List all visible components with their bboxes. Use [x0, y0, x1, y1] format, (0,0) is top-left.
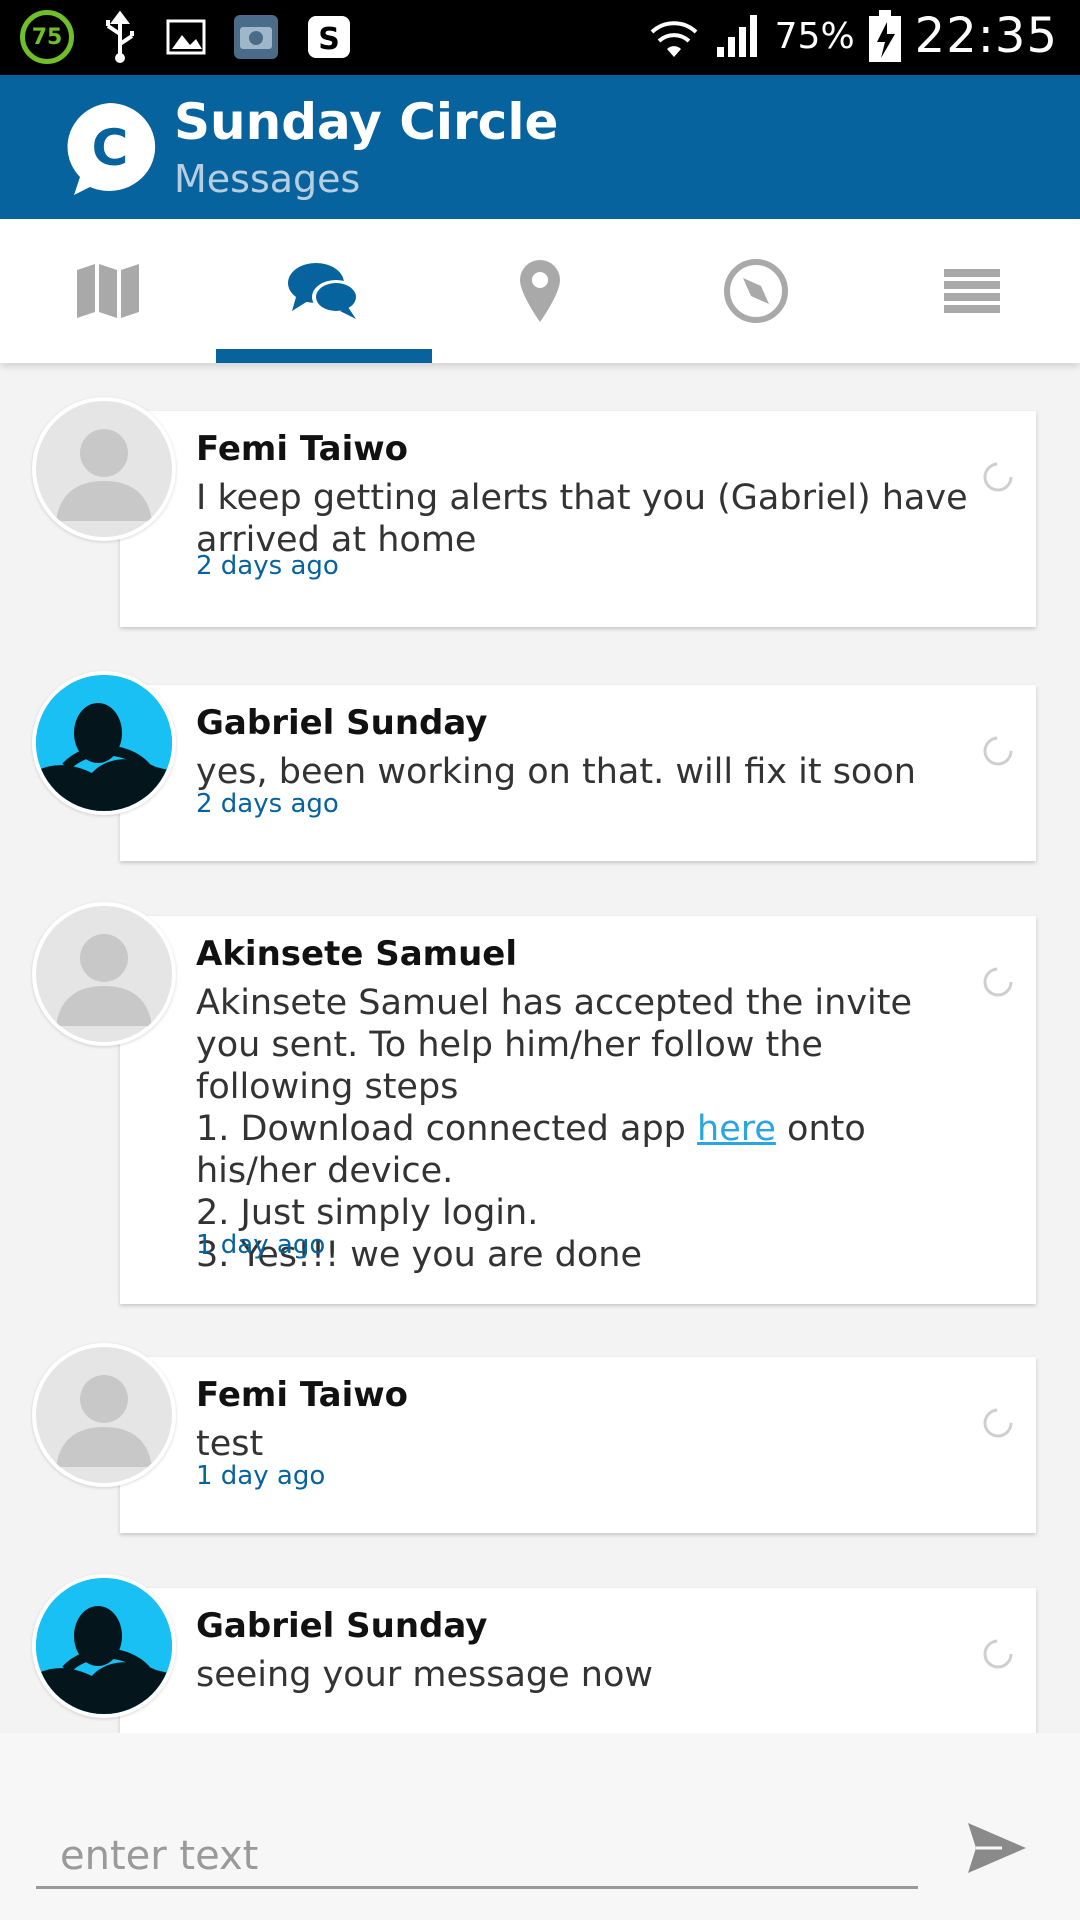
loading-spinner-icon [983, 1639, 1013, 1669]
avatar[interactable] [32, 1574, 176, 1718]
loading-spinner-icon [983, 736, 1013, 766]
usb-icon [106, 10, 134, 63]
person-placeholder-icon [56, 934, 152, 1026]
avatar[interactable] [32, 671, 176, 815]
message-card[interactable]: Akinsete Samuel Akinsete Samuel has acce… [120, 916, 1036, 1304]
tab-compass[interactable] [648, 219, 864, 363]
sender-name: Gabriel Sunday [196, 703, 488, 743]
map-icon [77, 264, 139, 318]
message-input[interactable] [36, 1825, 918, 1889]
svg-text:S: S [318, 22, 340, 57]
wifi-icon [650, 21, 698, 57]
sender-name: Akinsete Samuel [196, 934, 518, 974]
clock: 22:35 [914, 8, 1058, 64]
screen-title: Messages [174, 157, 361, 201]
logo-letter: C [92, 119, 129, 177]
person-placeholder-icon [56, 429, 152, 521]
avatar[interactable] [32, 902, 176, 1046]
signal-icon [716, 15, 757, 57]
app-title: Sunday Circle [174, 93, 559, 151]
message-card[interactable]: Femi Taiwo I keep getting alerts that yo… [120, 411, 1036, 627]
battery-charging-icon [868, 10, 901, 62]
message-card[interactable]: Gabriel Sunday seeing your message now [120, 1588, 1036, 1733]
message-body: I keep getting alerts that you (Gabriel)… [196, 478, 968, 560]
message-body: yes, been working on that. will fix it s… [196, 752, 916, 792]
message-time: 1 day ago [196, 1230, 326, 1260]
battery-percent: 75% [774, 15, 855, 57]
tab-bar [0, 219, 1080, 363]
message-time: 2 days ago [196, 789, 339, 819]
download-link[interactable]: here [697, 1109, 776, 1149]
user-photo [36, 1578, 172, 1714]
battery-badge-value: 75 [31, 24, 63, 50]
loading-spinner-icon [983, 462, 1013, 492]
loading-spinner-icon [983, 967, 1013, 997]
avatar[interactable] [32, 1343, 176, 1487]
message-time: 2 days ago [196, 551, 339, 581]
image-icon [166, 19, 206, 55]
compass-icon [724, 259, 788, 323]
loading-spinner-icon [983, 1408, 1013, 1438]
composer [0, 1733, 1080, 1920]
message-list[interactable]: Femi Taiwo I keep getting alerts that yo… [0, 363, 1080, 1733]
battery-level-icon: 75 [20, 10, 74, 64]
avatar[interactable] [32, 397, 176, 541]
app-notification-icon [234, 15, 278, 59]
tab-menu[interactable] [864, 219, 1080, 363]
menu-icon [944, 269, 1000, 313]
send-icon[interactable] [962, 1813, 1032, 1883]
chat-icon [288, 263, 360, 319]
sender-name: Femi Taiwo [196, 429, 409, 469]
tab-places[interactable] [432, 219, 648, 363]
sender-name: Gabriel Sunday [196, 1606, 488, 1646]
location-pin-icon [520, 260, 560, 322]
message-card[interactable]: Gabriel Sunday yes, been working on that… [120, 685, 1036, 861]
skype-icon: S [308, 16, 350, 58]
sender-name: Femi Taiwo [196, 1375, 409, 1415]
status-bar: 75 S 75% 22:35 [0, 0, 1080, 75]
message-body: test [196, 1424, 264, 1464]
tab-map[interactable] [0, 219, 216, 363]
person-placeholder-icon [56, 1375, 152, 1467]
tab-messages[interactable] [216, 219, 432, 363]
message-body: seeing your message now [196, 1655, 654, 1695]
user-photo [36, 675, 172, 811]
message-time: 1 day ago [196, 1461, 326, 1491]
app-bar: C Sunday Circle Messages [0, 75, 1080, 219]
app-logo: C [67, 103, 156, 195]
message-card[interactable]: Femi Taiwo test 1 day ago [120, 1357, 1036, 1533]
